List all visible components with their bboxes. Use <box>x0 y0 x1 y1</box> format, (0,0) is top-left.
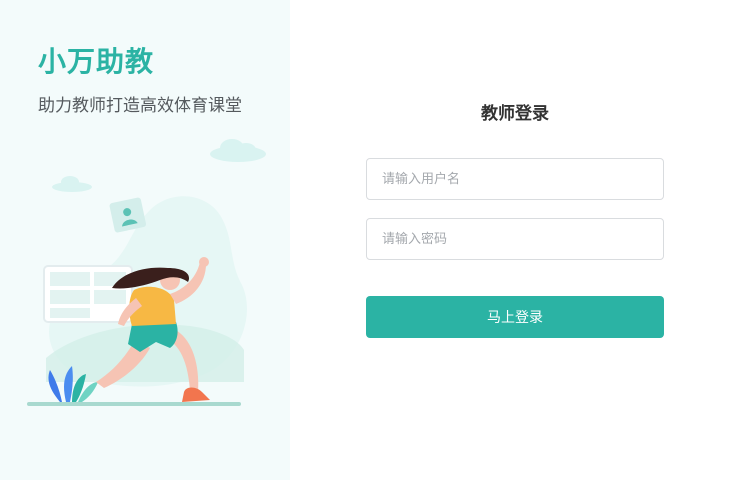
brand-subtitle: 助力教师打造高效体育课堂 <box>38 96 242 116</box>
username-field[interactable] <box>366 158 664 200</box>
schedule-board-icon <box>43 265 133 323</box>
password-field[interactable] <box>366 218 664 260</box>
login-page: 小万助教 助力教师打造高效体育课堂 教师登录 请输入用户名 马上登录 <box>0 0 740 480</box>
ground-line <box>27 402 241 406</box>
brand-title: 小万助教 <box>38 45 155 78</box>
runner-illustration <box>27 139 266 406</box>
brand-panel: 小万助教 助力教师打造高效体育课堂 <box>0 0 290 480</box>
username-input[interactable] <box>367 159 663 199</box>
login-title: 教师登录 <box>481 104 549 124</box>
cloud-icon <box>210 139 266 162</box>
login-panel: 教师登录 马上登录 <box>290 0 740 480</box>
cloud-icon <box>52 176 92 192</box>
password-input[interactable] <box>367 219 663 259</box>
login-button[interactable]: 马上登录 <box>366 296 664 338</box>
